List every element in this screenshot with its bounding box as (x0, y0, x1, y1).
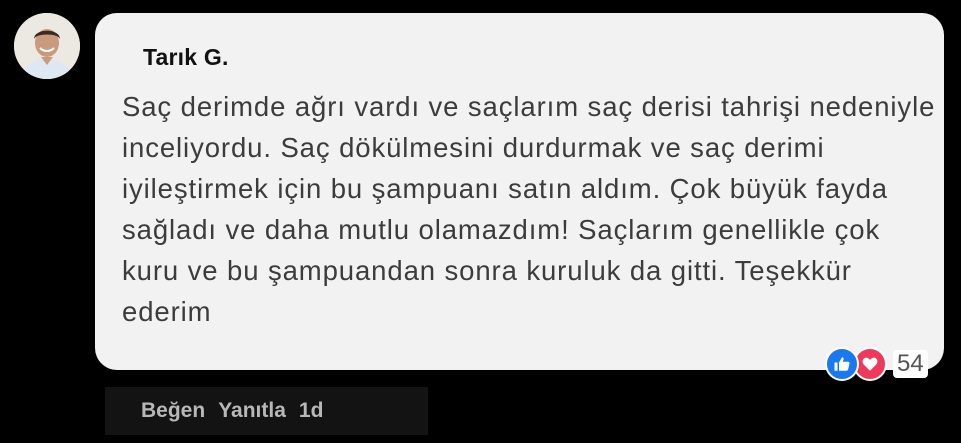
like-icon (825, 347, 859, 381)
like-button[interactable]: Beğen (141, 399, 205, 423)
reaction-count: 54 (893, 350, 928, 378)
comment-text: Saç derimde ağrı vardı ve saçlarım saç d… (122, 91, 936, 327)
avatar[interactable] (14, 13, 80, 79)
reactions-summary[interactable]: 54 (825, 346, 928, 382)
comment-timestamp[interactable]: 1d (299, 399, 324, 423)
user-photo-icon (14, 13, 80, 79)
comment-bubble: Tarık G. Saç derimde ağrı vardı ve saçla… (95, 13, 944, 370)
comment-actions: Beğen Yanıtla 1d (105, 387, 428, 435)
reply-button[interactable]: Yanıtla (218, 399, 286, 423)
comment-author[interactable]: Tarık G. (143, 44, 229, 71)
